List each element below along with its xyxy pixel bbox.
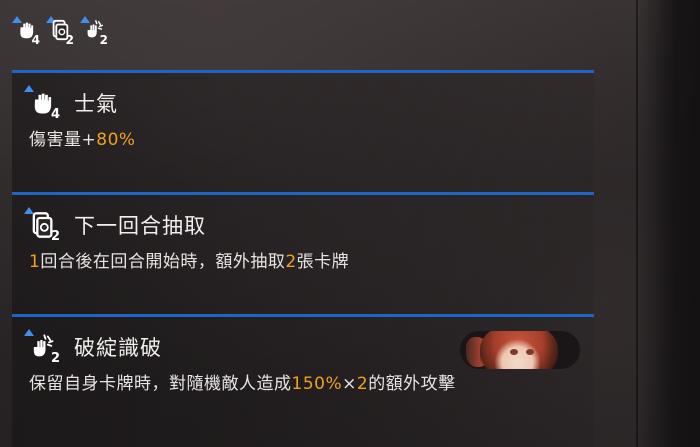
portrait-fade <box>460 331 580 369</box>
buff-header: 4 士氣 <box>24 85 118 121</box>
stack-count: 2 <box>65 33 74 47</box>
desc-text: 張卡牌 <box>296 252 350 272</box>
fist-icon[interactable]: 4 <box>12 16 40 47</box>
desc-value: 2 <box>356 374 369 394</box>
fist-icon: 4 <box>24 85 60 121</box>
buff-panel-weakness-exposed: 2 破綻識破 保留自身卡牌時，對隨機敵人造成150%×2的額外攻擊 <box>12 314 594 447</box>
buff-title: 下一回合抽取 <box>74 214 206 238</box>
character-portrait <box>460 331 580 369</box>
desc-value: 150% <box>291 374 343 394</box>
desc-text: 的額外攻擊 <box>368 374 456 394</box>
right-edge-shadow <box>638 0 700 447</box>
stack-count: 4 <box>31 33 40 47</box>
shatter-hand-icon: 2 <box>24 329 60 365</box>
buff-description: 傷害量+80% <box>29 125 136 150</box>
buff-description: 保留自身卡牌時，對隨機敵人造成150%×2的額外攻擊 <box>29 369 456 394</box>
buff-description: 1回合後在回合開始時，額外抽取2張卡牌 <box>29 247 349 272</box>
desc-text: 傷害量+ <box>29 130 97 150</box>
desc-text: 回合後在回合開始時，額外抽取 <box>40 252 286 272</box>
desc-text: 保留自身卡牌時，對隨機敵人造成 <box>29 374 292 394</box>
shatter-hand-icon[interactable]: 2 <box>80 16 108 47</box>
buff-title: 士氣 <box>74 92 118 116</box>
buff-panel-morale: 4 士氣 傷害量+80% <box>12 70 594 193</box>
desc-value: 1 <box>29 252 41 272</box>
desc-text: × <box>342 374 357 394</box>
stack-count: 4 <box>50 107 60 122</box>
buff-summary-row: 4 2 2 <box>12 16 108 47</box>
desc-value: 80% <box>96 130 136 150</box>
buff-panel-next-turn-draw: 2 下一回合抽取 1回合後在回合開始時，額外抽取2張卡牌 <box>12 192 594 315</box>
stack-count: 2 <box>50 229 60 244</box>
stack-count: 2 <box>50 351 60 366</box>
card-draw-icon[interactable]: 2 <box>46 16 74 47</box>
stack-count: 2 <box>99 33 108 47</box>
buff-header: 2 破綻識破 <box>24 329 162 365</box>
card-draw-icon: 2 <box>24 207 60 243</box>
buff-title: 破綻識破 <box>74 336 162 360</box>
buff-header: 2 下一回合抽取 <box>24 207 206 243</box>
desc-value: 2 <box>285 252 297 272</box>
buff-tooltip-screen: 4 2 2 4 士氣 傷害量+80% 2 下一回合抽取 1回合後在回合開始時，額… <box>0 0 700 447</box>
